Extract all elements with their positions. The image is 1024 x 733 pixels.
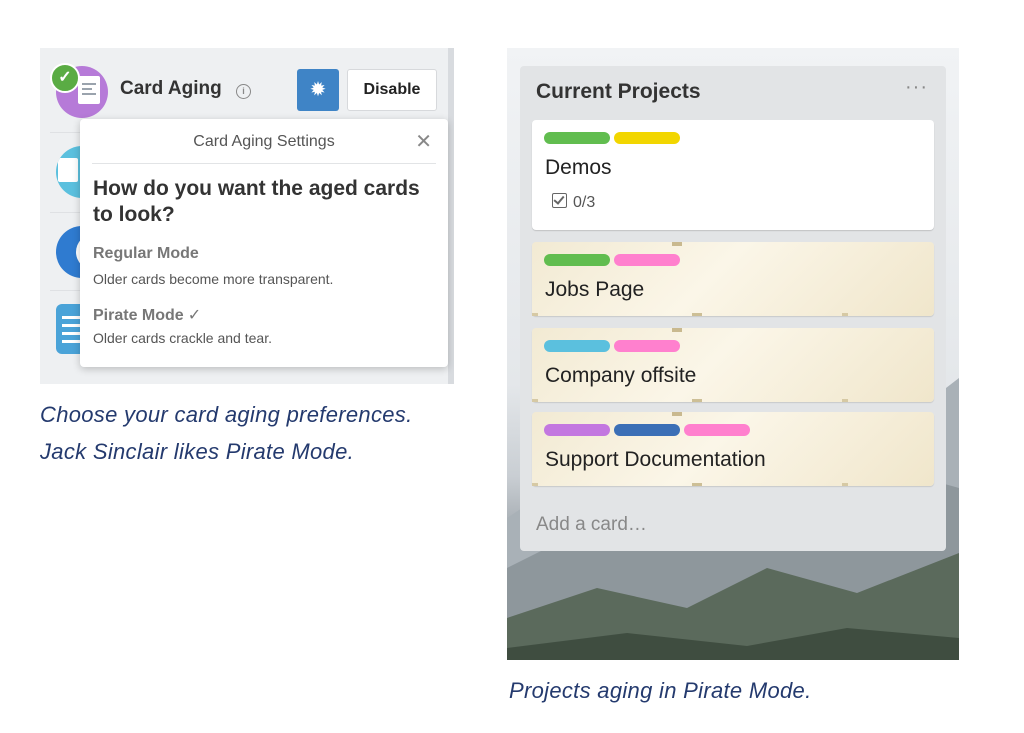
popover-title: Card Aging Settings [193, 133, 335, 150]
popover-question: How do you want the aged cards to look? [93, 177, 420, 226]
label [544, 340, 610, 352]
label [544, 424, 610, 436]
settings-button[interactable]: ✹ [297, 69, 339, 111]
add-card-button[interactable]: Add a card… [536, 514, 647, 536]
board-screenshot: Current Projects ··· Demos 0/3 Jobs Page… [507, 48, 959, 660]
label [614, 424, 680, 436]
list-title: Current Projects [536, 80, 701, 103]
checklist-icon [552, 193, 567, 208]
card-title: Support Documentation [545, 448, 766, 471]
disable-button[interactable]: Disable [347, 69, 437, 111]
regular-mode-option[interactable]: Regular Mode [93, 245, 199, 263]
pirate-mode-option[interactable]: Pirate Mode ✓ [93, 305, 201, 325]
mode-name: Pirate Mode [93, 307, 184, 324]
card-labels [544, 340, 684, 352]
label [684, 424, 750, 436]
enabled-check-icon: ✓ [50, 63, 80, 93]
label [614, 340, 680, 352]
plugin-title: Card Aging [120, 78, 222, 99]
label [544, 254, 610, 266]
divider [92, 163, 436, 164]
card-title: Company offsite [545, 364, 697, 387]
card-aging-settings-popover: Card Aging Settings ✕ How do you want th… [80, 119, 448, 367]
info-circle-icon[interactable]: i [236, 84, 251, 99]
checklist-count: 0/3 [573, 194, 596, 211]
close-icon[interactable]: ✕ [415, 129, 432, 154]
card-title: Jobs Page [545, 278, 645, 301]
card[interactable]: Jobs Page [532, 242, 934, 316]
scrollbar[interactable] [448, 48, 454, 384]
card-aging-settings-screenshot: ✓ Card Aging i ✹ Disable Card Aging Sett… [40, 48, 454, 384]
caption-left-line-1: Choose your card aging preferences. [40, 402, 413, 427]
label [544, 132, 610, 144]
mode-name: Regular Mode [93, 245, 199, 262]
card-title: Demos [545, 156, 612, 179]
mode-description: Older cards crackle and tear. [93, 330, 272, 346]
card-labels [544, 254, 684, 266]
label [614, 132, 680, 144]
gear-icon: ✹ [309, 79, 327, 101]
caption-right: Projects aging in Pirate Mode. [509, 678, 812, 703]
list-current-projects: Current Projects ··· Demos 0/3 Jobs Page… [520, 66, 946, 551]
card[interactable]: Support Documentation [532, 412, 934, 486]
caption-left-line-2: Jack Sinclair likes Pirate Mode. [40, 439, 355, 464]
card-labels [544, 132, 684, 144]
mode-description: Older cards become more transparent. [93, 271, 334, 287]
selected-check-icon: ✓ [187, 307, 202, 324]
label [614, 254, 680, 266]
checklist-badge: 0/3 [552, 193, 595, 212]
card[interactable]: Company offsite [532, 328, 934, 402]
card[interactable]: Demos 0/3 [532, 120, 934, 230]
card-labels [544, 424, 754, 436]
list-menu-icon[interactable]: ··· [905, 76, 928, 99]
